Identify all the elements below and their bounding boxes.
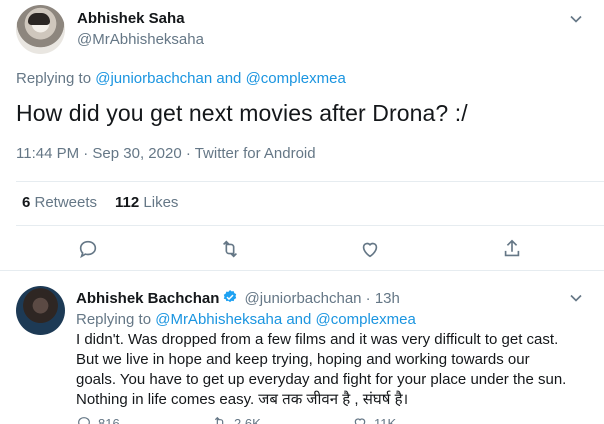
reply-header: Abhishek Bachchan @juniorbachchan · 13h	[76, 289, 400, 307]
retweet-icon	[214, 416, 224, 424]
divider	[16, 225, 604, 226]
share-icon[interactable]	[501, 238, 523, 260]
tweet-text-line: Nothing in life comes easy. जब तक जीवन ह…	[76, 391, 409, 408]
avatar[interactable]	[16, 5, 65, 54]
tweet-actions	[0, 238, 604, 264]
tweet-stats: 6 Retweets 112 Likes	[22, 194, 178, 211]
author-name[interactable]: Abhishek Saha	[77, 10, 185, 27]
likes-stat[interactable]: 112 Likes	[115, 194, 178, 211]
replying-prefix: Replying to	[16, 70, 96, 87]
author-handle-time[interactable]: @juniorbachchan · 13h	[245, 290, 400, 307]
retweets-stat[interactable]: 6 Retweets	[22, 194, 97, 211]
avatar[interactable]	[16, 286, 65, 335]
retweet-icon[interactable]	[219, 238, 241, 260]
reply-action[interactable]: 816	[76, 415, 120, 424]
mention-link[interactable]: @juniorbachchan	[95, 70, 212, 87]
main-tweet: Abhishek Saha @MrAbhisheksaha Replying t…	[0, 0, 604, 268]
tweet-timestamp[interactable]: 11:44 PM · Sep 30, 2020 · Twitter for An…	[16, 145, 316, 162]
reply-count: 816	[98, 416, 120, 424]
tweet-text: How did you get next movies after Drona?…	[16, 100, 468, 126]
replying-prefix: Replying to	[76, 311, 156, 328]
tweet-text-line: I didn't. Was dropped from a few films a…	[76, 331, 559, 348]
chevron-down-icon[interactable]	[566, 9, 586, 29]
chevron-down-icon[interactable]	[566, 288, 586, 308]
mention-link[interactable]: @complexmea	[246, 70, 346, 87]
reply-icon	[78, 417, 90, 424]
tweet-text: I didn't. Was dropped from a few films a…	[76, 330, 596, 410]
replying-and: and	[282, 311, 316, 328]
replying-and: and	[212, 70, 246, 87]
replying-to: Replying to @MrAbhisheksaha and @complex…	[76, 311, 416, 328]
heart-icon[interactable]	[359, 238, 381, 260]
tweet-text-line: But we live in hope and keep trying, hop…	[76, 351, 530, 368]
author-name[interactable]: Abhishek Bachchan	[76, 290, 219, 307]
heart-icon	[354, 418, 366, 424]
reply-icon[interactable]	[77, 238, 99, 260]
verified-badge-icon	[224, 290, 237, 303]
retweet-action[interactable]: 2.6K	[212, 415, 261, 424]
mention-link[interactable]: @MrAbhisheksaha	[155, 311, 282, 328]
reply-tweet[interactable]: Abhishek Bachchan @juniorbachchan · 13h …	[0, 271, 604, 424]
like-action[interactable]: 11K	[352, 415, 396, 424]
replying-to: Replying to @juniorbachchan and @complex…	[16, 70, 346, 87]
tweet-text-line: goals. You have to get up everyday and f…	[76, 371, 567, 388]
divider	[16, 181, 604, 182]
author-handle[interactable]: @MrAbhisheksaha	[77, 31, 204, 48]
mention-link[interactable]: @complexmea	[316, 311, 416, 328]
like-count: 11K	[374, 416, 397, 424]
retweet-count: 2.6K	[234, 416, 261, 424]
